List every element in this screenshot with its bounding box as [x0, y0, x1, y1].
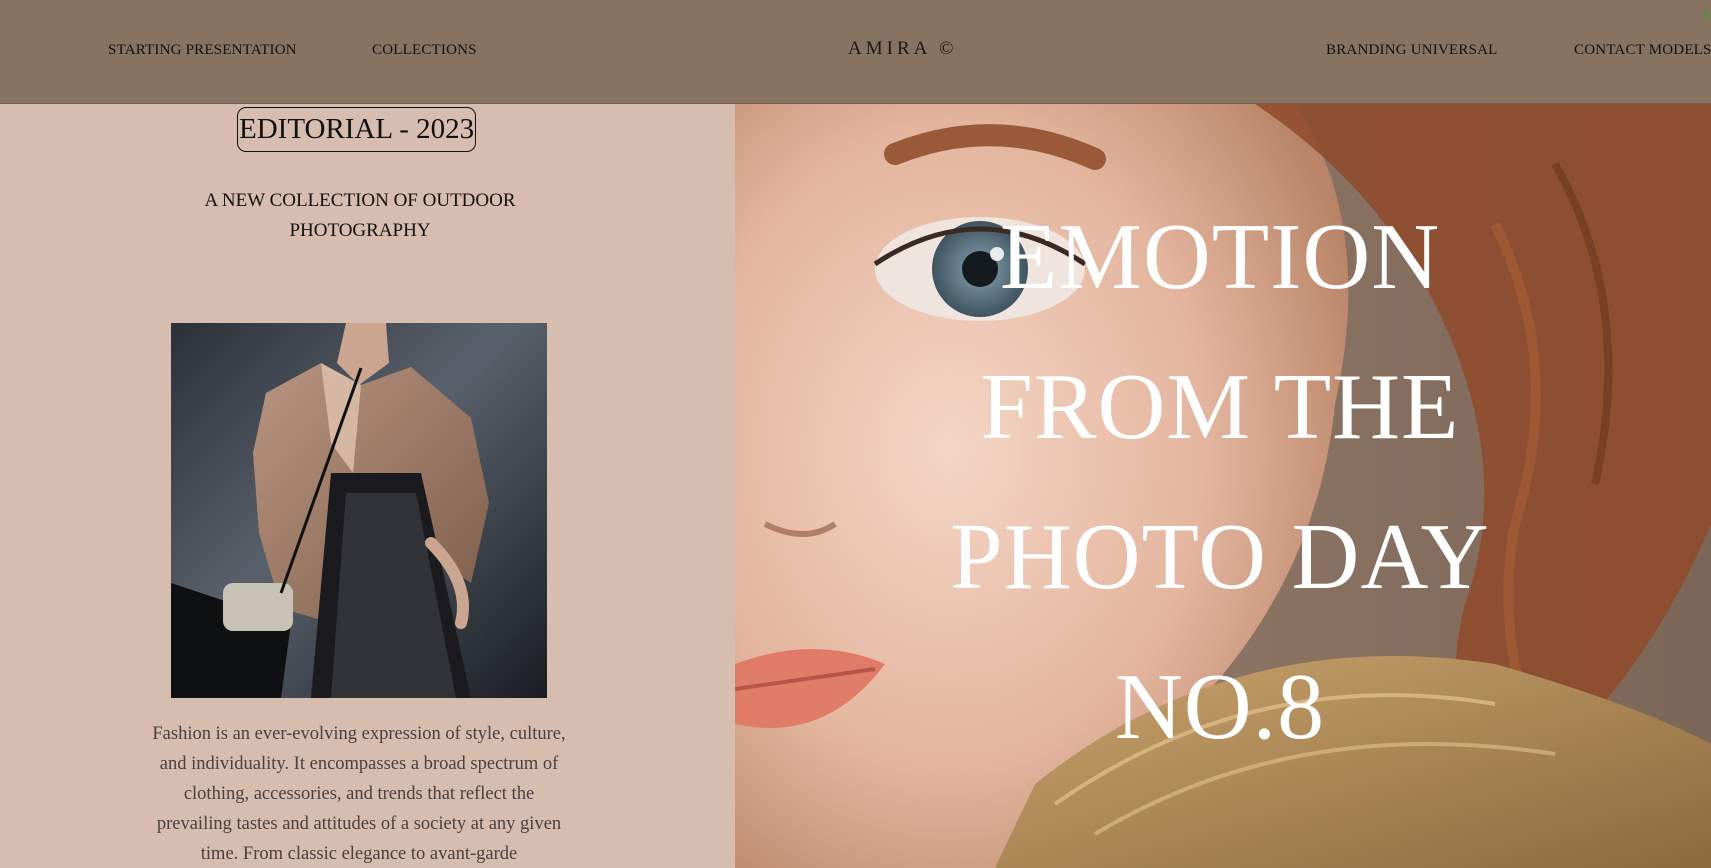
- hero-line: PHOTO DAY: [950, 505, 1490, 609]
- corner-indicator: S: [1703, 8, 1711, 24]
- nav-branding-universal[interactable]: BRANDING UNIVERSAL: [1326, 42, 1498, 59]
- brand-logo[interactable]: AMIRA ©: [848, 38, 957, 60]
- fashion-model-photo: [171, 323, 547, 698]
- hero-line: FROM THE: [980, 355, 1460, 459]
- nav-contact-models[interactable]: CONTACT MODELS: [1574, 42, 1711, 59]
- body-paragraph: Fashion is an ever-evolving expression o…: [152, 723, 566, 864]
- editorial-badge: EDITORIAL - 2023: [237, 107, 477, 152]
- top-nav-bar: STARTING PRESENTATION COLLECTIONS AMIRA …: [0, 0, 1711, 104]
- hero-line: EMOTION: [999, 205, 1441, 309]
- model-photo-illustration-icon: [171, 323, 547, 698]
- hero-line: NO.8: [1114, 655, 1326, 759]
- editorial-panel: EDITORIAL - 2023 A NEW COLLECTION OF OUT…: [0, 104, 735, 868]
- hero-section: EMOTION FROM THE PHOTO DAY NO.8: [735, 104, 1711, 868]
- nav-starting-presentation[interactable]: STARTING PRESENTATION: [108, 42, 297, 59]
- nav-collections[interactable]: COLLECTIONS: [372, 42, 477, 59]
- hero-headline: EMOTION FROM THE PHOTO DAY NO.8: [870, 182, 1570, 782]
- collection-subtitle: A NEW COLLECTION OF OUTDOOR PHOTOGRAPHY: [204, 190, 516, 241]
